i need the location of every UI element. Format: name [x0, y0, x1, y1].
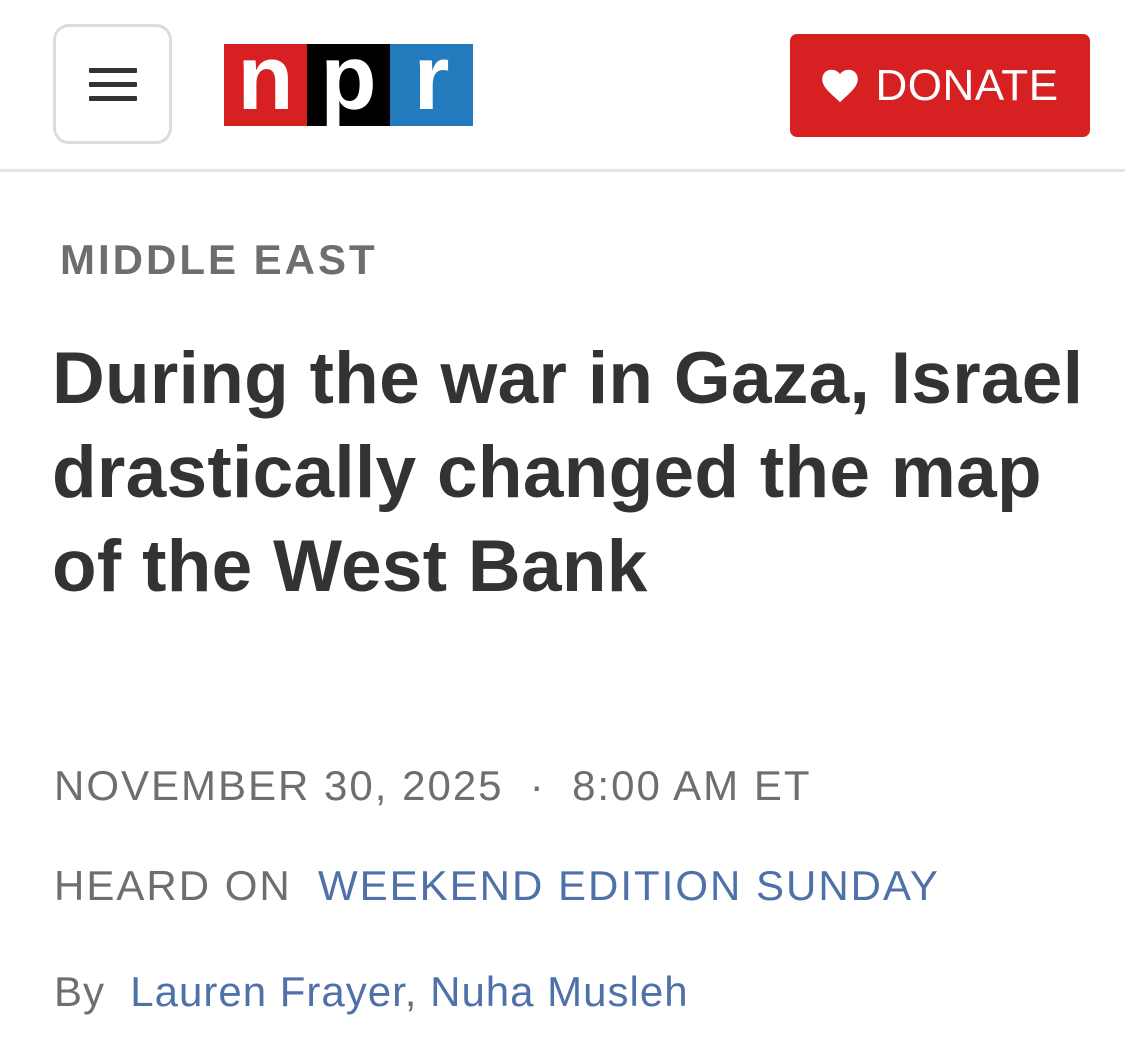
- donate-button[interactable]: DONATE: [790, 34, 1090, 137]
- donate-label: DONATE: [875, 60, 1059, 110]
- heart-icon: [822, 69, 859, 102]
- dateline: NOVEMBER 30, 2025 · 8:00 AM ET: [54, 762, 824, 810]
- npr-logo-p: p: [307, 32, 390, 126]
- section-label[interactable]: MIDDLE EAST: [60, 236, 378, 284]
- byline-prefix: By: [54, 968, 106, 1015]
- headline: During the war in Gaza, Israel drastical…: [52, 338, 1084, 607]
- npr-logo[interactable]: n p r: [224, 32, 473, 126]
- author-separator: ,: [404, 968, 431, 1015]
- article-page: n p r DONATE MIDDLE EAST During the war …: [0, 0, 1125, 1055]
- author-link[interactable]: Nuha Musleh: [430, 968, 688, 1015]
- publish-date: NOVEMBER 30, 2025: [54, 762, 504, 809]
- author-link[interactable]: Lauren Frayer: [130, 968, 404, 1015]
- site-header: n p r DONATE: [0, 0, 1125, 172]
- byline: By Lauren Frayer, Nuha Musleh: [54, 968, 689, 1016]
- program-link[interactable]: WEEKEND EDITION SUNDAY: [318, 862, 940, 909]
- hamburger-menu-icon: [88, 67, 137, 73]
- heard-on-prefix: HEARD ON: [54, 862, 292, 909]
- date-separator: ·: [529, 762, 546, 809]
- npr-logo-r: r: [390, 32, 473, 126]
- hamburger-menu-icon-bar: [88, 81, 137, 87]
- npr-logo-n: n: [224, 32, 307, 126]
- hamburger-menu-icon-bar: [88, 95, 137, 101]
- menu-button[interactable]: [53, 24, 172, 144]
- publish-time: 8:00 AM ET: [572, 762, 812, 809]
- heard-on: HEARD ON WEEKEND EDITION SUNDAY: [54, 862, 940, 910]
